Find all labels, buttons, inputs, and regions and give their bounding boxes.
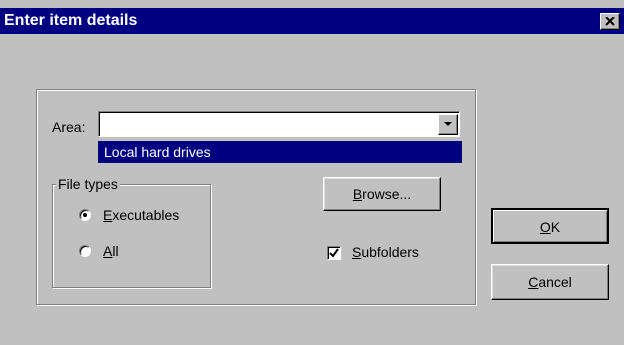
radio-selected-dot [83, 213, 87, 217]
subfolders-label[interactable]: Subfolders [352, 244, 419, 260]
radio-all-label[interactable]: All [103, 243, 119, 259]
mnemonic-e: E [103, 207, 113, 223]
area-label: Area: [52, 119, 86, 135]
cancel-button-label: Cancel [528, 274, 572, 290]
file-types-legend: File types [56, 176, 120, 192]
browse-button[interactable]: Browse... [323, 177, 441, 211]
close-button[interactable] [600, 13, 620, 30]
dialog-window: Enter item details Area: Local hard driv… [0, 0, 624, 345]
label-rest: xecutables [112, 207, 180, 223]
area-dropdown-button[interactable] [438, 114, 458, 135]
subfolders-checkbox[interactable] [327, 246, 341, 260]
checkmark-icon [329, 248, 339, 258]
browse-button-label: Browse... [352, 186, 412, 202]
dropdown-option-local-hard-drives[interactable]: Local hard drives [98, 141, 462, 163]
mnemonic-a: A [103, 243, 113, 259]
title-bar[interactable]: Enter item details [0, 8, 624, 34]
radio-all[interactable] [79, 245, 91, 257]
close-icon [605, 17, 615, 26]
cancel-button[interactable]: Cancel [491, 264, 609, 300]
file-types-group [52, 184, 211, 288]
window-title: Enter item details [4, 12, 138, 29]
radio-executables-label[interactable]: Executables [103, 207, 179, 223]
area-combobox[interactable] [98, 111, 460, 137]
ok-button[interactable]: OK [491, 208, 609, 244]
label-rest: ll [112, 243, 119, 259]
radio-executables[interactable] [79, 209, 91, 221]
chevron-down-icon [444, 122, 452, 126]
ok-button-label: OK [539, 219, 561, 235]
